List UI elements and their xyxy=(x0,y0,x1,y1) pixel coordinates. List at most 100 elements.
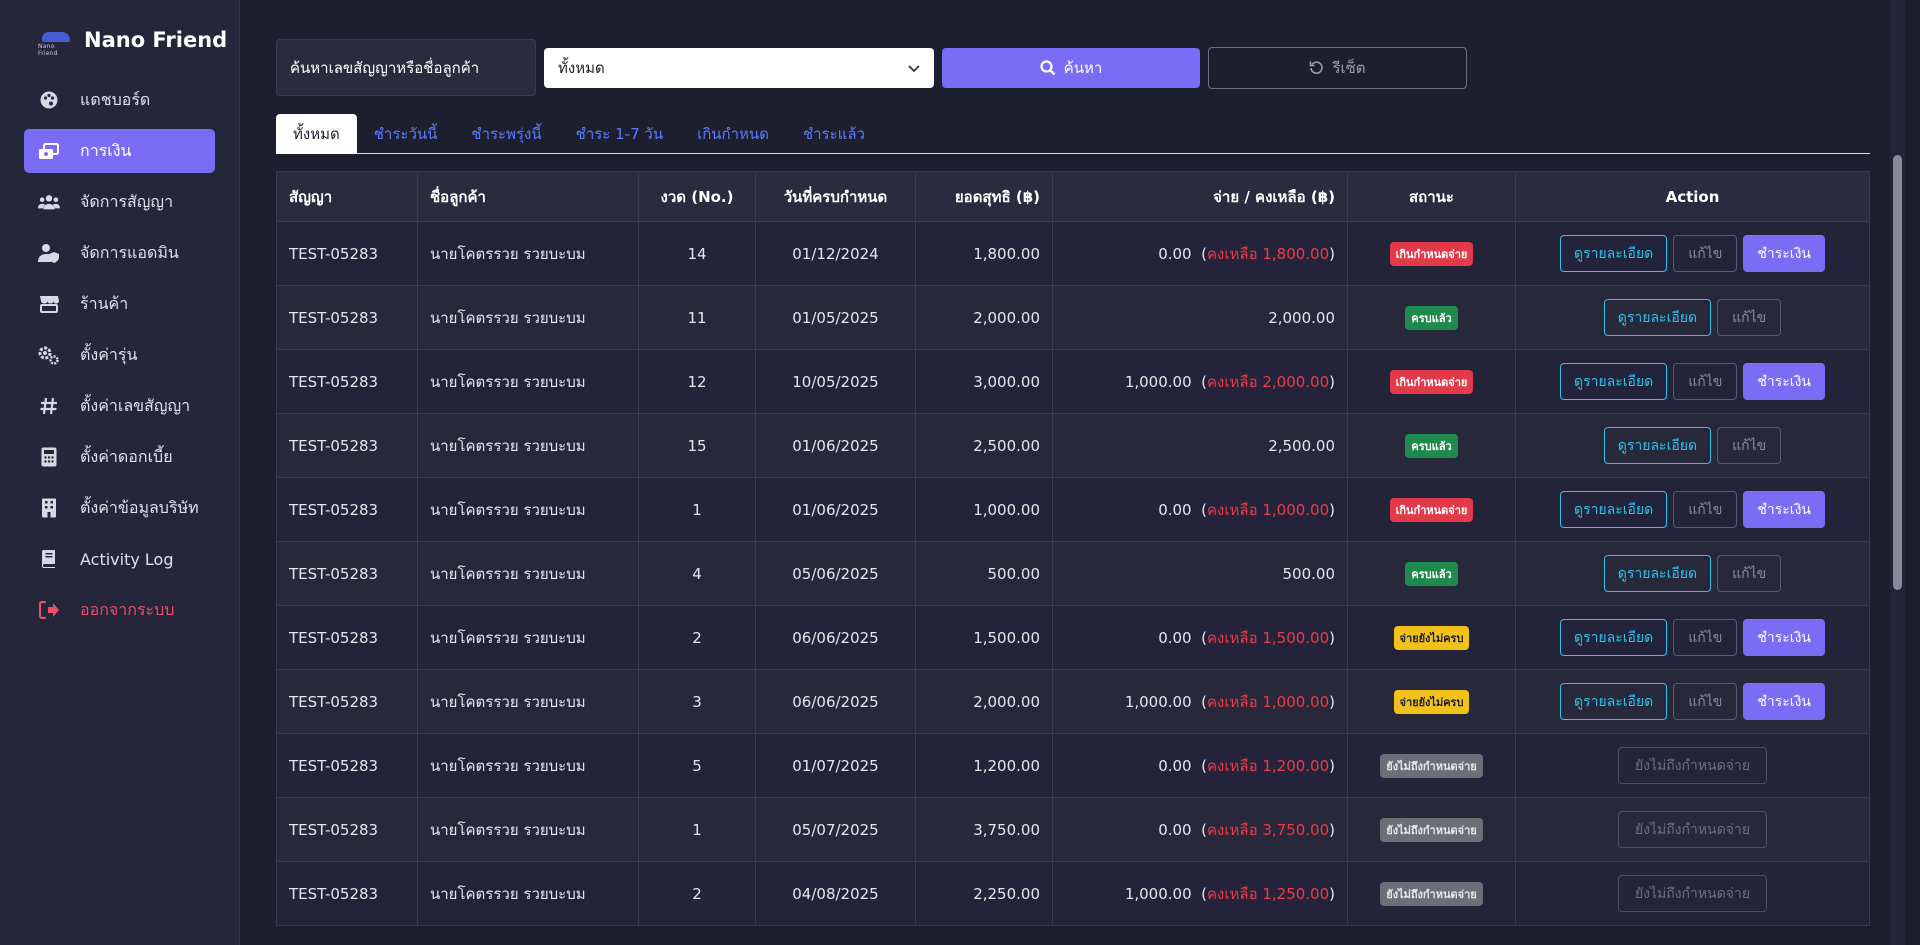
status-badge: ครบแล้ว xyxy=(1405,561,1458,586)
view-detail-button[interactable]: ดูรายละเอียด xyxy=(1560,683,1668,720)
main-content: ค้นหาเลขสัญญาหรือชื่อลูกค้า ทั้งหมด ค้นห… xyxy=(240,0,1905,945)
edit-button[interactable]: แก้ไข xyxy=(1673,683,1738,720)
money-icon xyxy=(38,140,60,162)
cell-paid-remaining: 500.00 xyxy=(1052,541,1348,606)
sidebar-item-label: ตั้งค่าเลขสัญญา xyxy=(80,395,191,415)
search-bar: ค้นหาเลขสัญญาหรือชื่อลูกค้า ทั้งหมด ค้นห… xyxy=(276,39,1467,96)
brand[interactable]: Nano Friend Nano Friend xyxy=(0,20,239,60)
cell-action: ยังไม่ถึงกำหนดจ่าย xyxy=(1515,797,1870,862)
cell-installment: 15 xyxy=(638,413,756,478)
palette-icon xyxy=(38,89,60,111)
scrollbar-thumb[interactable] xyxy=(1893,155,1902,590)
header-paid-remaining: จ่าย / คงเหลือ (฿) xyxy=(1052,171,1348,222)
cell-paid-remaining: 1,000.00 (คงเหลือ 1,000.00) xyxy=(1052,669,1348,734)
cell-due-date: 01/12/2024 xyxy=(755,221,916,286)
pay-button[interactable]: ชำระเงิน xyxy=(1743,363,1825,400)
table-header-row: สัญญา ชื่อลูกค้า งวด (No.) วันที่ครบกำหน… xyxy=(276,171,1870,222)
sidebar-item-label: การเงิน xyxy=(80,140,132,160)
pay-button[interactable]: ชำระเงิน xyxy=(1743,683,1825,720)
cell-status: ครบแล้ว xyxy=(1347,285,1516,350)
cell-net: 3,750.00 xyxy=(915,797,1053,862)
edit-button[interactable]: แก้ไข xyxy=(1673,235,1738,272)
view-detail-button[interactable]: ดูรายละเอียด xyxy=(1603,427,1712,464)
tab-due-1-7-days[interactable]: ชำระ 1-7 วัน xyxy=(559,114,680,154)
cell-due-date: 01/06/2025 xyxy=(755,413,916,478)
edit-button[interactable]: แก้ไข xyxy=(1673,491,1738,528)
header-installment: งวด (No.) xyxy=(638,171,756,222)
edit-button[interactable]: แก้ไข xyxy=(1717,299,1782,336)
edit-button[interactable]: แก้ไข xyxy=(1673,619,1738,656)
cell-installment: 1 xyxy=(638,797,756,862)
cell-contract: TEST-05283 xyxy=(276,349,418,414)
scrollbar[interactable] xyxy=(1890,0,1905,945)
reset-icon xyxy=(1309,60,1324,75)
status-badge: เกินกำหนดจ่าย xyxy=(1389,369,1474,394)
status-select[interactable]: ทั้งหมด xyxy=(544,47,934,88)
cell-customer: นายโคตรรวย รวยบะบม xyxy=(417,349,639,414)
view-detail-button[interactable]: ดูรายละเอียด xyxy=(1560,491,1668,528)
edit-button[interactable]: แก้ไข xyxy=(1717,427,1782,464)
status-badge: จ่ายยังไม่ครบ xyxy=(1393,625,1470,650)
sidebar-item-interest[interactable]: ตั้งค่าดอกเบี้ย xyxy=(24,435,215,479)
cell-installment: 1 xyxy=(638,477,756,542)
cell-installment: 14 xyxy=(638,221,756,286)
reset-button[interactable]: รีเซ็ต xyxy=(1208,46,1467,89)
cell-installment: 11 xyxy=(638,285,756,350)
sidebar-item-contract-number[interactable]: ตั้งค่าเลขสัญญา xyxy=(24,384,215,428)
tab-due-tomorrow[interactable]: ชำระพรุ่งนี้ xyxy=(454,114,558,154)
view-detail-button[interactable]: ดูรายละเอียด xyxy=(1603,299,1712,336)
sidebar-item-activity-log[interactable]: Activity Log xyxy=(24,537,215,581)
sidebar-item-label: ตั้งค่ารุ่น xyxy=(80,344,138,364)
sidebar-item-dashboard[interactable]: แดชบอร์ด xyxy=(24,78,215,122)
view-detail-button[interactable]: ดูรายละเอียด xyxy=(1560,619,1668,656)
pay-button[interactable]: ชำระเงิน xyxy=(1743,619,1825,656)
edit-button[interactable]: แก้ไข xyxy=(1717,555,1782,592)
search-button[interactable]: ค้นหา xyxy=(942,47,1200,88)
brand-name: Nano Friend xyxy=(84,28,228,52)
pay-button[interactable]: ชำระเงิน xyxy=(1743,491,1825,528)
cell-contract: TEST-05283 xyxy=(276,285,418,350)
sidebar-item-store[interactable]: ร้านค้า xyxy=(24,282,215,326)
tab-due-today[interactable]: ชำระวันนี้ xyxy=(357,114,455,154)
sidebar-item-admins[interactable]: จัดการแอดมิน xyxy=(24,231,215,275)
tab-all[interactable]: ทั้งหมด xyxy=(276,114,357,154)
cell-due-date: 05/06/2025 xyxy=(755,541,916,606)
cell-installment: 3 xyxy=(638,669,756,734)
header-action: Action xyxy=(1515,171,1870,222)
edit-button[interactable]: แก้ไข xyxy=(1673,363,1738,400)
hash-icon xyxy=(38,395,60,417)
table-row: TEST-05283 นายโคตรรวย รวยบะบม 3 06/06/2025 2… xyxy=(276,669,1870,734)
sidebar-item-models[interactable]: ตั้งค่ารุ่น xyxy=(24,333,215,377)
view-detail-button[interactable]: ดูรายละเอียด xyxy=(1560,363,1668,400)
cell-status: จ่ายยังไม่ครบ xyxy=(1347,605,1516,670)
paid-amount: 1,000.00 xyxy=(1124,884,1192,903)
not-due-button: ยังไม่ถึงกำหนดจ่าย xyxy=(1617,747,1768,784)
status-badge: ยังไม่ถึงกำหนดจ่าย xyxy=(1380,817,1483,842)
cell-status: ครบแล้ว xyxy=(1347,541,1516,606)
sidebar-item-logout[interactable]: ออกจากระบบ xyxy=(24,588,215,632)
view-detail-button[interactable]: ดูรายละเอียด xyxy=(1560,235,1668,272)
calculator-icon xyxy=(38,446,60,468)
sidebar-item-finance[interactable]: การเงิน xyxy=(24,129,215,173)
tab-overdue[interactable]: เกินกำหนด xyxy=(680,114,786,154)
status-badge: เกินกำหนดจ่าย xyxy=(1389,241,1474,266)
table-row: TEST-05283 นายโคตรรวย รวยบะบม 2 06/06/2025 1… xyxy=(276,605,1870,670)
cell-action: ดูรายละเอียด แก้ไข xyxy=(1515,285,1870,350)
sidebar-item-company[interactable]: ตั้งค่าข้อมูลบริษัท xyxy=(24,486,215,530)
table-row: TEST-05283 นายโคตรรวย รวยบะบม 5 01/07/2025 1… xyxy=(276,733,1870,798)
tab-paid[interactable]: ชำระแล้ว xyxy=(786,114,882,154)
payments-table: สัญญา ชื่อลูกค้า งวด (No.) วันที่ครบกำหน… xyxy=(276,171,1870,926)
cell-customer: นายโคตรรวย รวยบะบม xyxy=(417,733,639,798)
cell-action: ยังไม่ถึงกำหนดจ่าย xyxy=(1515,861,1870,926)
remaining-amount: คงเหลือ 2,000.00 xyxy=(1207,372,1330,391)
cell-contract: TEST-05283 xyxy=(276,605,418,670)
cell-installment: 2 xyxy=(638,861,756,926)
pay-button[interactable]: ชำระเงิน xyxy=(1743,235,1825,272)
cell-net: 1,800.00 xyxy=(915,221,1053,286)
sidebar: Nano Friend Nano Friend แดชบอร์ด การเงิน… xyxy=(0,0,240,945)
status-badge: เกินกำหนดจ่าย xyxy=(1389,497,1474,522)
store-icon xyxy=(38,293,60,315)
view-detail-button[interactable]: ดูรายละเอียด xyxy=(1603,555,1712,592)
sidebar-item-contracts[interactable]: จัดการสัญญา xyxy=(24,180,215,224)
header-net: ยอดสุทธิ (฿) xyxy=(915,171,1053,222)
